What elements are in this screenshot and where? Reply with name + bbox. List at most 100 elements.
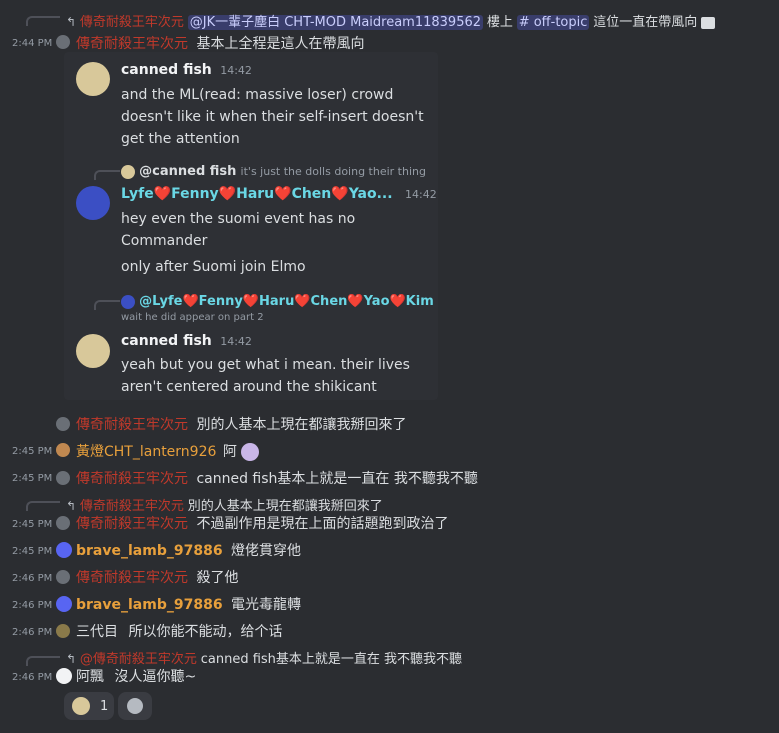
message-text: canned fish基本上就是一直在 我不聽我不聽: [196, 471, 478, 487]
discord-default-avatar-icon[interactable]: [56, 596, 72, 612]
discord-default-avatar-icon[interactable]: [56, 542, 72, 558]
reply-connector: [94, 300, 120, 310]
message-author[interactable]: 傳奇耐殺王牢次元: [76, 417, 188, 433]
embed-line: Commander: [121, 233, 208, 249]
message-timestamp: 2:44 PM: [12, 38, 53, 49]
message-timestamp: 2:46 PM: [12, 573, 53, 584]
message: 傳奇耐殺王牢次元 別的人基本上現在都讓我掰回來了: [76, 414, 406, 434]
reply-author[interactable]: 傳奇耐殺王牢次元: [80, 15, 184, 30]
avatar: [76, 62, 110, 96]
reaction-emoji-icon: [72, 697, 90, 715]
message-text: 所以你能不能动，给个话: [128, 624, 283, 640]
embed-message-header: canned fish 14:42: [121, 333, 252, 349]
message-timestamp: 2:45 PM: [12, 446, 53, 457]
avatar: [76, 186, 110, 220]
reply-connector: [26, 16, 60, 26]
reply-text-2: 這位一直在帶風向: [593, 15, 698, 30]
message-author[interactable]: brave_lamb_97886: [76, 543, 223, 559]
message-timestamp: 2:45 PM: [12, 519, 53, 530]
message: 傳奇耐殺王牢次元 不過副作用是現在上面的話題跑到政治了: [76, 513, 448, 533]
message-text: 基本上全程是這人在帶風向: [196, 36, 365, 52]
message: brave_lamb_97886 電光毒龍轉: [76, 594, 301, 614]
embed-line: yeah but you get what i mean. their live…: [121, 357, 410, 373]
message-text: 阿: [222, 444, 237, 460]
message: 三代目 所以你能不能动，给个话: [76, 621, 282, 641]
user-mention[interactable]: @JK一輩子塵白 CHT-MOD Maidream11839562: [187, 15, 484, 30]
embed-line: doesn't like it when their self-insert d…: [121, 109, 424, 125]
embed-message-body: and the ML(read: massive loser) crowd do…: [121, 84, 424, 150]
reply-connector: [94, 170, 120, 180]
message-timestamp: 2:46 PM: [12, 672, 53, 683]
avatar[interactable]: [56, 570, 70, 584]
reply-preview[interactable]: ↰ 傳奇耐殺王牢次元 @JK一輩子塵白 CHT-MOD Maidream1183…: [66, 11, 716, 30]
message: 傳奇耐殺王牢次元 基本上全程是這人在帶風向: [76, 33, 364, 53]
reply-arrow-icon: ↰: [66, 499, 77, 513]
avatar: [121, 164, 135, 179]
message: brave_lamb_97886 燈佬貫穿他: [76, 540, 301, 560]
message-text: 殺了他: [196, 570, 239, 586]
message: 阿飄 沒人逼你聽~: [76, 666, 196, 686]
avatar[interactable]: [56, 516, 70, 530]
reply-author[interactable]: @傳奇耐殺王牢次元: [80, 652, 197, 667]
avatar: [121, 294, 135, 309]
message-text: 電光毒龍轉: [231, 597, 302, 613]
embed-line: only after Suomi join Elmo: [121, 259, 306, 275]
message-text: 燈佬貫穿他: [231, 543, 302, 559]
reply-arrow-icon: ↰: [66, 15, 77, 29]
message-author[interactable]: 傳奇耐殺王牢次元: [76, 471, 188, 487]
reply-connector: [26, 501, 60, 511]
reaction-button[interactable]: 1: [64, 692, 114, 720]
avatar: [76, 334, 110, 368]
reply-preview[interactable]: ↰ 傳奇耐殺王牢次元 別的人基本上現在都讓我掰回來了: [66, 495, 383, 514]
channel-mention[interactable]: # off-topic: [516, 15, 590, 30]
image-icon: [701, 16, 716, 29]
message-text: 別的人基本上現在都讓我掰回來了: [196, 417, 407, 433]
reply-arrow-icon: ↰: [66, 652, 77, 666]
reply-text: 別的人基本上現在都讓我掰回來了: [187, 499, 383, 514]
message-timestamp: 2:46 PM: [12, 627, 53, 638]
embed-reply-author: @canned fish: [139, 164, 237, 179]
embed-reply: @canned fish it's just the dolls doing t…: [121, 164, 426, 179]
add-reaction-button[interactable]: [118, 692, 152, 720]
avatar[interactable]: [56, 35, 70, 49]
message-author[interactable]: 傳奇耐殺王牢次元: [76, 570, 188, 586]
reply-text: canned fish基本上就是一直在 我不聽我不聽: [200, 652, 463, 667]
message-text: 不過副作用是現在上面的話題跑到政治了: [196, 516, 449, 532]
avatar[interactable]: [56, 443, 70, 457]
embed-reply-text: it's just the dolls doing their thing: [240, 165, 426, 178]
avatar[interactable]: [56, 668, 72, 684]
reply-connector: [26, 656, 60, 666]
message: 傳奇耐殺王牢次元 殺了他: [76, 567, 238, 587]
message: 傳奇耐殺王牢次元 canned fish基本上就是一直在 我不聽我不聽: [76, 468, 478, 488]
message: 黃燈CHT_lantern926 阿: [76, 441, 260, 461]
avatar[interactable]: [56, 624, 70, 638]
message-author[interactable]: 黃燈CHT_lantern926: [76, 444, 216, 460]
embedded-image[interactable]: canned fish 14:42 and the ML(read: massi…: [64, 52, 438, 400]
message-author[interactable]: 傳奇耐殺王牢次元: [76, 36, 188, 52]
message-timestamp: 2:45 PM: [12, 546, 53, 557]
avatar[interactable]: [56, 471, 70, 485]
sticker-emoji: [241, 443, 260, 461]
embed-message-header: canned fish 14:42: [121, 62, 252, 78]
message-text: 沒人逼你聽~: [114, 669, 197, 685]
reply-text: 樓上: [486, 15, 513, 30]
avatar[interactable]: [56, 417, 70, 431]
message-timestamp: 2:46 PM: [12, 600, 53, 611]
embed-line: get the attention: [121, 131, 240, 147]
embed-time: 14:42: [220, 335, 252, 348]
embed-line: aren't centered around the shikicant: [121, 379, 377, 395]
message-author[interactable]: 三代目: [76, 624, 118, 640]
embed-time: 14:42: [220, 64, 252, 77]
message-timestamp: 2:45 PM: [12, 473, 53, 484]
embed-line: and the ML(read: massive loser) crowd: [121, 87, 394, 103]
reply-author[interactable]: 傳奇耐殺王牢次元: [80, 499, 184, 514]
message-author[interactable]: 傳奇耐殺王牢次元: [76, 516, 188, 532]
embed-reply-author: @Lyfe❤️Fenny❤️Haru❤️Chen❤️Yao❤️Kim: [139, 294, 434, 309]
reply-preview[interactable]: ↰ @傳奇耐殺王牢次元 canned fish基本上就是一直在 我不聽我不聽: [66, 648, 462, 667]
reaction-count: 1: [100, 698, 109, 714]
embed-message-header: Lyfe❤️Fenny❤️Haru❤️Chen❤️Yao... 14:42: [121, 186, 437, 202]
embed-time: 14:42: [405, 188, 437, 201]
embed-message-body: yeah but you get what i mean. their live…: [121, 354, 410, 398]
message-author[interactable]: 阿飄: [76, 669, 104, 685]
message-author[interactable]: brave_lamb_97886: [76, 597, 223, 613]
